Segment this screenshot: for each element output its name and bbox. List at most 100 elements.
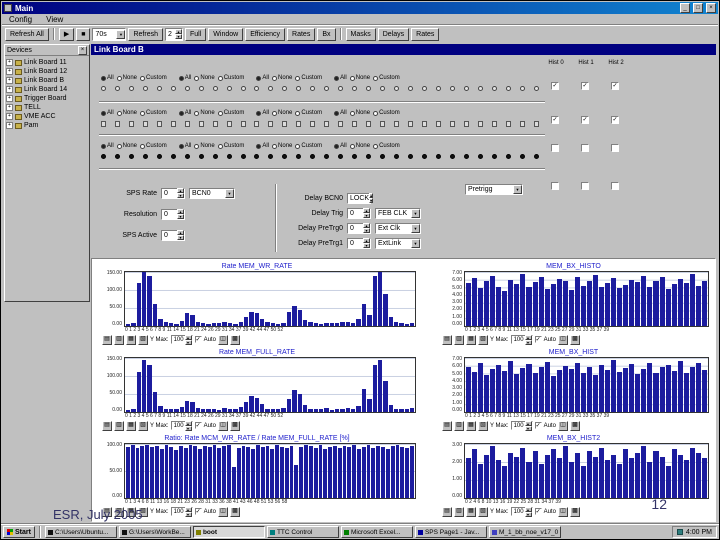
channel-indicator[interactable] — [449, 86, 455, 91]
color-icon[interactable]: ▩ — [229, 334, 240, 345]
chevron-down-icon[interactable]: ▼ — [411, 238, 420, 248]
channel-indicator[interactable] — [114, 154, 120, 159]
channel-indicator[interactable] — [421, 86, 427, 91]
channel-indicator[interactable] — [114, 121, 120, 127]
auto-checkbox[interactable]: ✓ — [534, 422, 542, 429]
system-tray[interactable]: 4:00 PM — [671, 526, 717, 538]
mask-radio-custom[interactable]: Custom — [217, 110, 244, 116]
spinner-icon[interactable]: ▴ ▾ — [524, 334, 532, 345]
channel-indicator[interactable] — [519, 154, 525, 159]
channel-indicator[interactable] — [296, 86, 302, 91]
channel-indicator[interactable] — [198, 154, 204, 159]
auto-checkbox[interactable]: ✓ — [194, 508, 202, 515]
hist-checkbox[interactable] — [581, 144, 589, 152]
expand-icon[interactable]: + — [6, 68, 13, 75]
toolbar-button-refresh-all[interactable]: Refresh All — [5, 27, 49, 41]
task-button-g-users-workbe[interactable]: G:\Users\WorkBe... — [118, 526, 191, 538]
delay-pretrg0-field[interactable]: 0 ▴ ▾ — [347, 222, 371, 234]
zoom-icon[interactable]: ◫ — [557, 420, 568, 431]
mask-radio-custom[interactable]: Custom — [217, 143, 244, 149]
channel-indicator[interactable] — [435, 86, 441, 91]
color-icon[interactable]: ▩ — [569, 420, 580, 431]
menu-config[interactable]: Config — [2, 15, 39, 24]
hist-checkbox[interactable]: ✓ — [551, 82, 559, 90]
ymax-field[interactable]: 100 ▴ ▾ — [170, 334, 193, 345]
delay-bcn0-field[interactable]: LOCK ▴ ▾ — [347, 192, 374, 204]
channel-indicator[interactable] — [114, 86, 120, 91]
spinner-icon[interactable]: ▴ ▾ — [363, 238, 370, 248]
spinner-icon[interactable]: ▴ ▾ — [184, 506, 192, 517]
tree-item-vme-acc[interactable]: + VME ACC — [6, 112, 88, 121]
hist-checkbox[interactable]: ✓ — [581, 116, 589, 124]
mask-radio-none[interactable]: None — [116, 143, 137, 149]
channel-indicator[interactable] — [380, 121, 386, 127]
channel-indicator[interactable] — [435, 154, 441, 159]
toolbar-interval-select[interactable]: 70s ▼ — [92, 27, 127, 41]
auto-checkbox[interactable]: ✓ — [534, 336, 542, 343]
channel-indicator[interactable] — [184, 86, 190, 91]
mask-radio-all[interactable]: All — [101, 75, 114, 81]
channel-indicator[interactable] — [101, 121, 106, 127]
toolbar-count-field[interactable]: 2 ▴ ▾ — [165, 27, 183, 41]
hist-checkbox[interactable]: ✓ — [581, 82, 589, 90]
spinner-icon[interactable]: ▴ ▾ — [177, 188, 184, 198]
mask-radio-custom[interactable]: Custom — [373, 75, 400, 81]
print-icon[interactable]: ▥ — [454, 420, 464, 431]
channel-indicator[interactable] — [421, 154, 427, 159]
zoom-icon[interactable]: ◫ — [557, 506, 568, 517]
task-button-c-users-ubuntu[interactable]: C:\Users\Ubuntu... — [44, 526, 117, 538]
mask-radio-custom[interactable]: Custom — [373, 110, 400, 116]
tree-item-link-board-11[interactable]: + Link Board 11 — [6, 58, 88, 67]
zoom-icon[interactable]: ◫ — [217, 420, 228, 431]
channel-indicator[interactable] — [394, 121, 400, 127]
channel-indicator[interactable] — [338, 121, 344, 127]
ymax-field[interactable]: 100 ▴ ▾ — [510, 506, 533, 517]
mask-radio-custom[interactable]: Custom — [217, 75, 244, 81]
minimize-icon[interactable]: _ — [680, 3, 690, 13]
settings-icon[interactable]: ▧ — [478, 506, 488, 517]
channel-indicator[interactable] — [477, 121, 483, 127]
channel-indicator[interactable] — [519, 121, 525, 127]
spinner-icon[interactable]: ▴ ▾ — [184, 420, 192, 431]
channel-indicator[interactable] — [184, 121, 190, 127]
channel-indicator[interactable] — [366, 86, 372, 91]
channel-indicator[interactable] — [156, 154, 162, 159]
mask-radio-none[interactable]: None — [272, 75, 292, 81]
channel-indicator[interactable] — [254, 154, 260, 159]
channel-indicator[interactable] — [533, 154, 539, 159]
channel-indicator[interactable] — [170, 121, 176, 127]
copy-icon[interactable]: ▦ — [126, 334, 136, 345]
zoom-icon[interactable]: ◫ — [217, 334, 228, 345]
ymax-field[interactable]: 100 ▴ ▾ — [510, 334, 533, 345]
spinner-icon[interactable]: ▴ ▾ — [184, 334, 192, 345]
expand-icon[interactable]: + — [6, 113, 13, 120]
channel-indicator[interactable] — [407, 154, 413, 159]
channel-indicator[interactable] — [324, 86, 330, 91]
chevron-down-icon[interactable]: ▼ — [513, 185, 522, 194]
channel-indicator[interactable] — [505, 154, 511, 159]
mask-radio-none[interactable]: None — [349, 75, 370, 81]
print-icon[interactable]: ▥ — [454, 334, 464, 345]
channel-indicator[interactable] — [212, 121, 218, 127]
hist-checkbox[interactable]: ✓ — [611, 116, 619, 124]
settings-icon[interactable]: ▧ — [478, 420, 488, 431]
channel-indicator[interactable] — [170, 154, 176, 159]
mask-radio-all[interactable]: All — [101, 143, 114, 149]
mask-radio-custom[interactable]: Custom — [295, 75, 322, 81]
mask-radio-custom[interactable]: Custom — [373, 143, 400, 149]
close-icon[interactable]: × — [706, 3, 716, 13]
channel-indicator[interactable] — [142, 154, 148, 159]
channel-indicator[interactable] — [240, 86, 246, 91]
delay-trig-select[interactable]: FEB CLK ▼ — [375, 207, 421, 219]
mask-radio-none[interactable]: None — [194, 110, 215, 116]
color-icon[interactable]: ▩ — [569, 334, 580, 345]
chevron-down-icon[interactable]: ▼ — [411, 208, 420, 218]
print-icon[interactable]: ▥ — [114, 334, 124, 345]
zoom-icon[interactable]: ◫ — [217, 506, 228, 517]
channel-indicator[interactable] — [184, 154, 190, 159]
toolbar-button-item[interactable]: ▶ — [58, 27, 75, 41]
sps-rate-field[interactable]: 0 ▴ ▾ — [161, 187, 185, 199]
print-icon[interactable]: ▥ — [114, 420, 124, 431]
copy-icon[interactable]: ▦ — [126, 420, 136, 431]
tree-item-link-board-14[interactable]: + Link Board 14 — [6, 85, 88, 94]
